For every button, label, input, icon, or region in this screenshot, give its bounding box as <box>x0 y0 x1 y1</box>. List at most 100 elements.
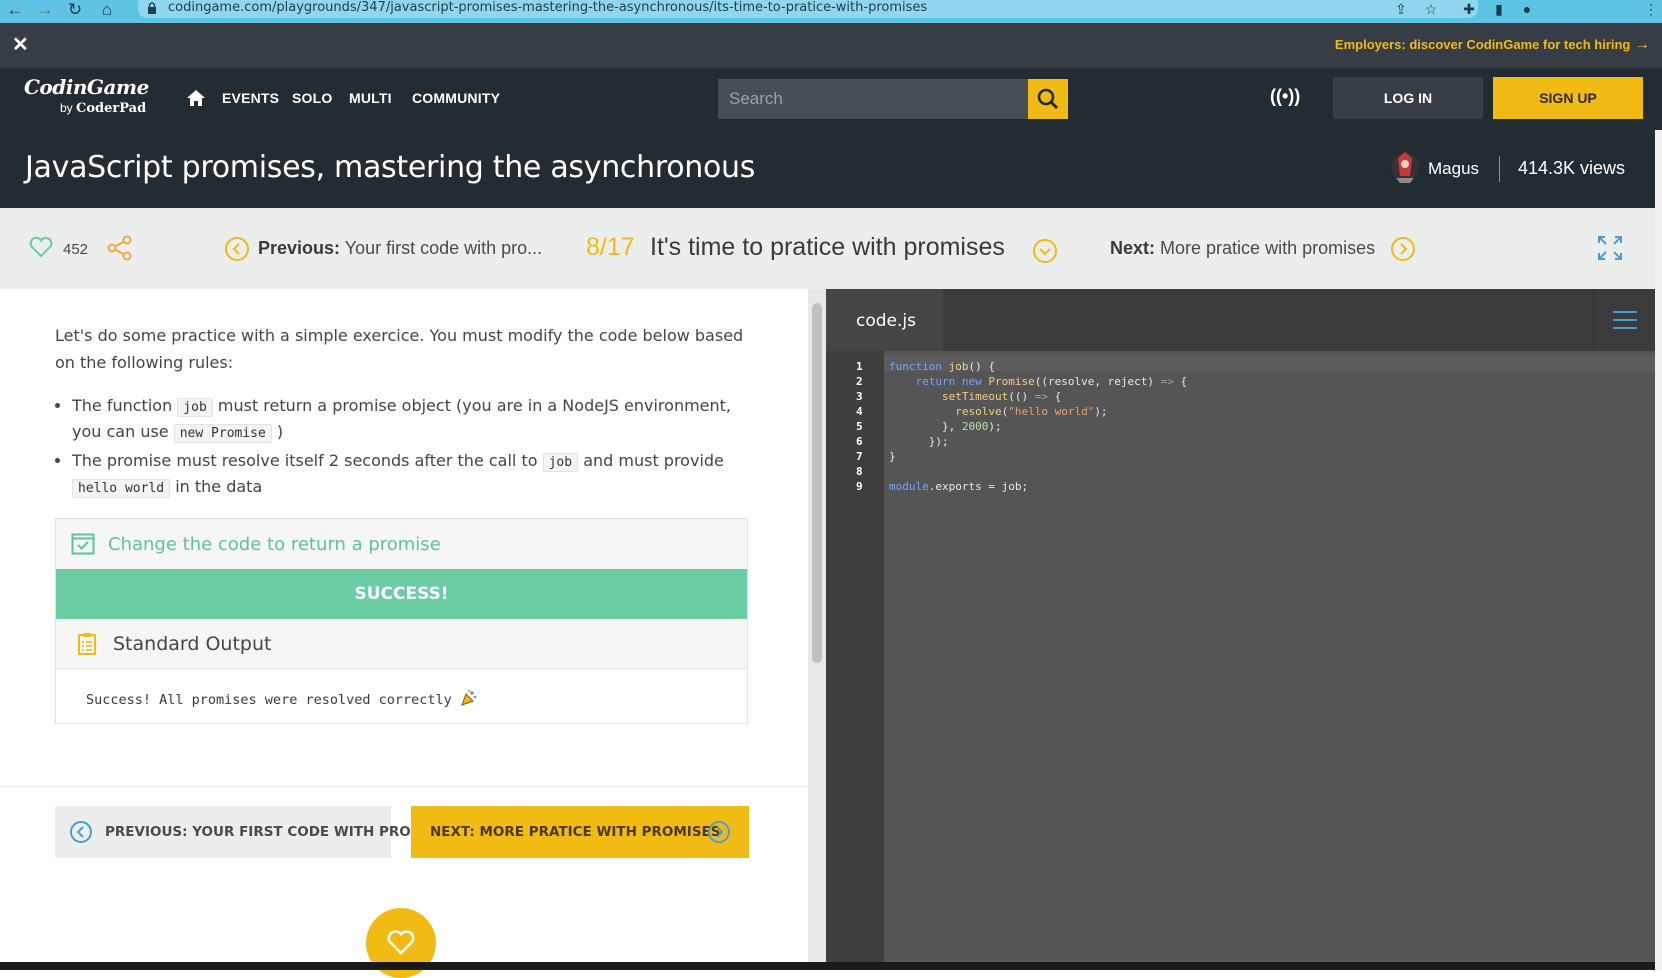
editor-tabbar: code.js <box>826 289 1655 351</box>
codingame-logo[interactable]: CodinGame by CoderPad <box>24 75 164 121</box>
code-line: }, 2000); <box>889 420 1002 433</box>
editor-menu-button[interactable] <box>1593 289 1655 351</box>
line-number: 4 <box>856 405 863 418</box>
author-avatar[interactable] <box>1390 150 1420 184</box>
profile-avatar-icon[interactable]: ● <box>1516 0 1538 20</box>
line-number: 1 <box>856 360 863 373</box>
taskbar-strip <box>0 962 1655 970</box>
author-name[interactable]: Magus <box>1428 159 1479 179</box>
bottom-next-button[interactable]: NEXT: MORE PRATICE WITH PROMISES <box>411 806 749 858</box>
code-line: resolve("hello world"); <box>955 405 1108 418</box>
line-number: 2 <box>856 375 863 388</box>
share-icon[interactable]: ⇪ <box>1390 0 1412 20</box>
page-title: JavaScript promises, mastering the async… <box>25 150 756 185</box>
page-scrollbar[interactable] <box>1655 130 1662 970</box>
previous-prefix: Previous: <box>258 238 341 258</box>
search-button[interactable] <box>1028 79 1068 119</box>
rule-item: The promise must resolve itself 2 second… <box>72 449 750 501</box>
code-line: } <box>889 450 896 463</box>
code-line: }); <box>889 435 949 448</box>
code-line: return new Promise((resolve, reject) => … <box>915 375 1188 388</box>
active-line-highlight <box>884 355 1655 371</box>
lesson-navigation-bar: 452 Previous: Your first code with pro..… <box>0 208 1655 289</box>
fullscreen-icon[interactable] <box>1596 234 1624 262</box>
code-text-area[interactable]: function job() { return new Promise((res… <box>884 351 1655 970</box>
clipboard-icon <box>78 633 96 655</box>
employers-link-text: Employers: discover CodinGame for tech h… <box>1334 37 1631 52</box>
heart-icon <box>387 930 415 955</box>
home-browser-icon[interactable]: ⌂ <box>96 0 118 23</box>
nav-events[interactable]: EVENTS <box>222 90 279 106</box>
content-scrollbar[interactable] <box>808 289 826 970</box>
search-input[interactable] <box>718 79 1028 119</box>
line-number: 3 <box>856 390 863 403</box>
home-icon[interactable] <box>186 88 206 108</box>
inline-code: job <box>177 398 213 417</box>
bookmark-star-icon[interactable]: ☆ <box>1420 0 1442 20</box>
browser-menu-icon[interactable]: ⋮ <box>1640 0 1662 20</box>
rule-item: The function job must return a promise o… <box>72 394 750 446</box>
playground-header: JavaScript promises, mastering the async… <box>0 130 1655 208</box>
nav-multi[interactable]: MULTI <box>349 90 392 106</box>
stdout-header: Standard Output <box>56 619 747 669</box>
line-number: 7 <box>856 450 863 463</box>
file-tab[interactable]: code.js <box>826 289 943 351</box>
next-prefix: Next: <box>1110 238 1156 258</box>
share-icon[interactable] <box>106 234 134 262</box>
extensions-icon[interactable]: ✚ <box>1458 0 1480 20</box>
inline-code: job <box>542 453 579 472</box>
lock-icon <box>148 2 156 14</box>
back-arrow-icon[interactable]: ← <box>4 0 26 23</box>
chevron-left-circle-icon[interactable] <box>224 236 250 262</box>
lesson-content: Let's do some practice with a simple exe… <box>55 322 750 504</box>
hamburger-menu-icon <box>1613 311 1637 329</box>
line-number: 9 <box>856 480 863 493</box>
party-popper-icon <box>461 689 477 706</box>
forward-arrow-icon[interactable]: → <box>34 0 56 23</box>
line-number: 6 <box>856 435 863 448</box>
live-broadcast-icon[interactable]: ((•)) <box>1270 86 1300 107</box>
chevron-right-circle-icon[interactable] <box>1390 236 1416 262</box>
next-title: More pratice with promises <box>1160 238 1376 258</box>
scrollbar-thumb[interactable] <box>812 303 822 663</box>
test-name: Change the code to return a promise <box>108 534 441 555</box>
url-text[interactable]: codingame.com/playgrounds/347/javascript… <box>168 0 927 16</box>
divider <box>0 786 808 787</box>
checkbox-checked-icon <box>71 533 95 555</box>
views-count: 414.3K views <box>1518 158 1626 178</box>
code-line: setTimeout(() => { <box>941 390 1062 403</box>
bottom-previous-button[interactable]: PREVIOUS: YOUR FIRST CODE WITH PRO... <box>55 806 426 858</box>
employers-link[interactable]: Employers: discover CodinGame for tech h… <box>1335 36 1650 54</box>
test-header[interactable]: Change the code to return a promise <box>56 519 747 569</box>
rule-text: The promise must resolve itself 2 second… <box>72 451 538 470</box>
nav-community[interactable]: COMMUNITY <box>412 90 500 106</box>
previous-chapter-link[interactable]: Previous: Your first code with pro... <box>258 238 542 259</box>
employers-banner: ✕ Employers: discover CodinGame for tech… <box>0 23 1662 68</box>
reload-icon[interactable]: ↻ <box>64 0 86 23</box>
chevron-down-circle-icon[interactable] <box>1032 238 1058 264</box>
chapter-title[interactable]: It's time to pratice with promises <box>650 233 1005 262</box>
inline-code: new Promise <box>173 424 272 443</box>
close-icon[interactable]: ✕ <box>12 33 29 57</box>
login-button[interactable]: LOG IN <box>1333 77 1483 119</box>
line-number: 5 <box>856 420 863 433</box>
main-navbar: CodinGame by CoderPad EVENTS SOLO MULTI … <box>0 68 1662 130</box>
chevron-right-circle-icon <box>708 821 730 843</box>
code-editor: code.js 1 2 3 4 5 6 7 8 9 function job()… <box>826 289 1655 970</box>
stdout-message: Success! All promises were resolved corr… <box>86 692 452 708</box>
signup-button[interactable]: SIGN UP <box>1493 77 1643 119</box>
inline-code: hello world <box>72 479 171 498</box>
next-chapter-link[interactable]: Next: More pratice with promises <box>1110 238 1375 259</box>
arrow-right-icon: → <box>1634 36 1650 53</box>
test-result-panel: Change the code to return a promise SUCC… <box>55 518 748 724</box>
rule-text: and must provide <box>583 451 724 470</box>
success-banner: SUCCESS! <box>56 569 747 619</box>
sidepanel-icon[interactable]: ▮ <box>1488 0 1510 20</box>
line-number: 8 <box>856 465 863 478</box>
heart-icon[interactable] <box>28 234 54 260</box>
code-line: module.exports = job; <box>889 480 1029 493</box>
rule-text: ) <box>276 422 284 441</box>
nav-solo[interactable]: SOLO <box>292 90 332 106</box>
stdout-title: Standard Output <box>113 633 272 655</box>
